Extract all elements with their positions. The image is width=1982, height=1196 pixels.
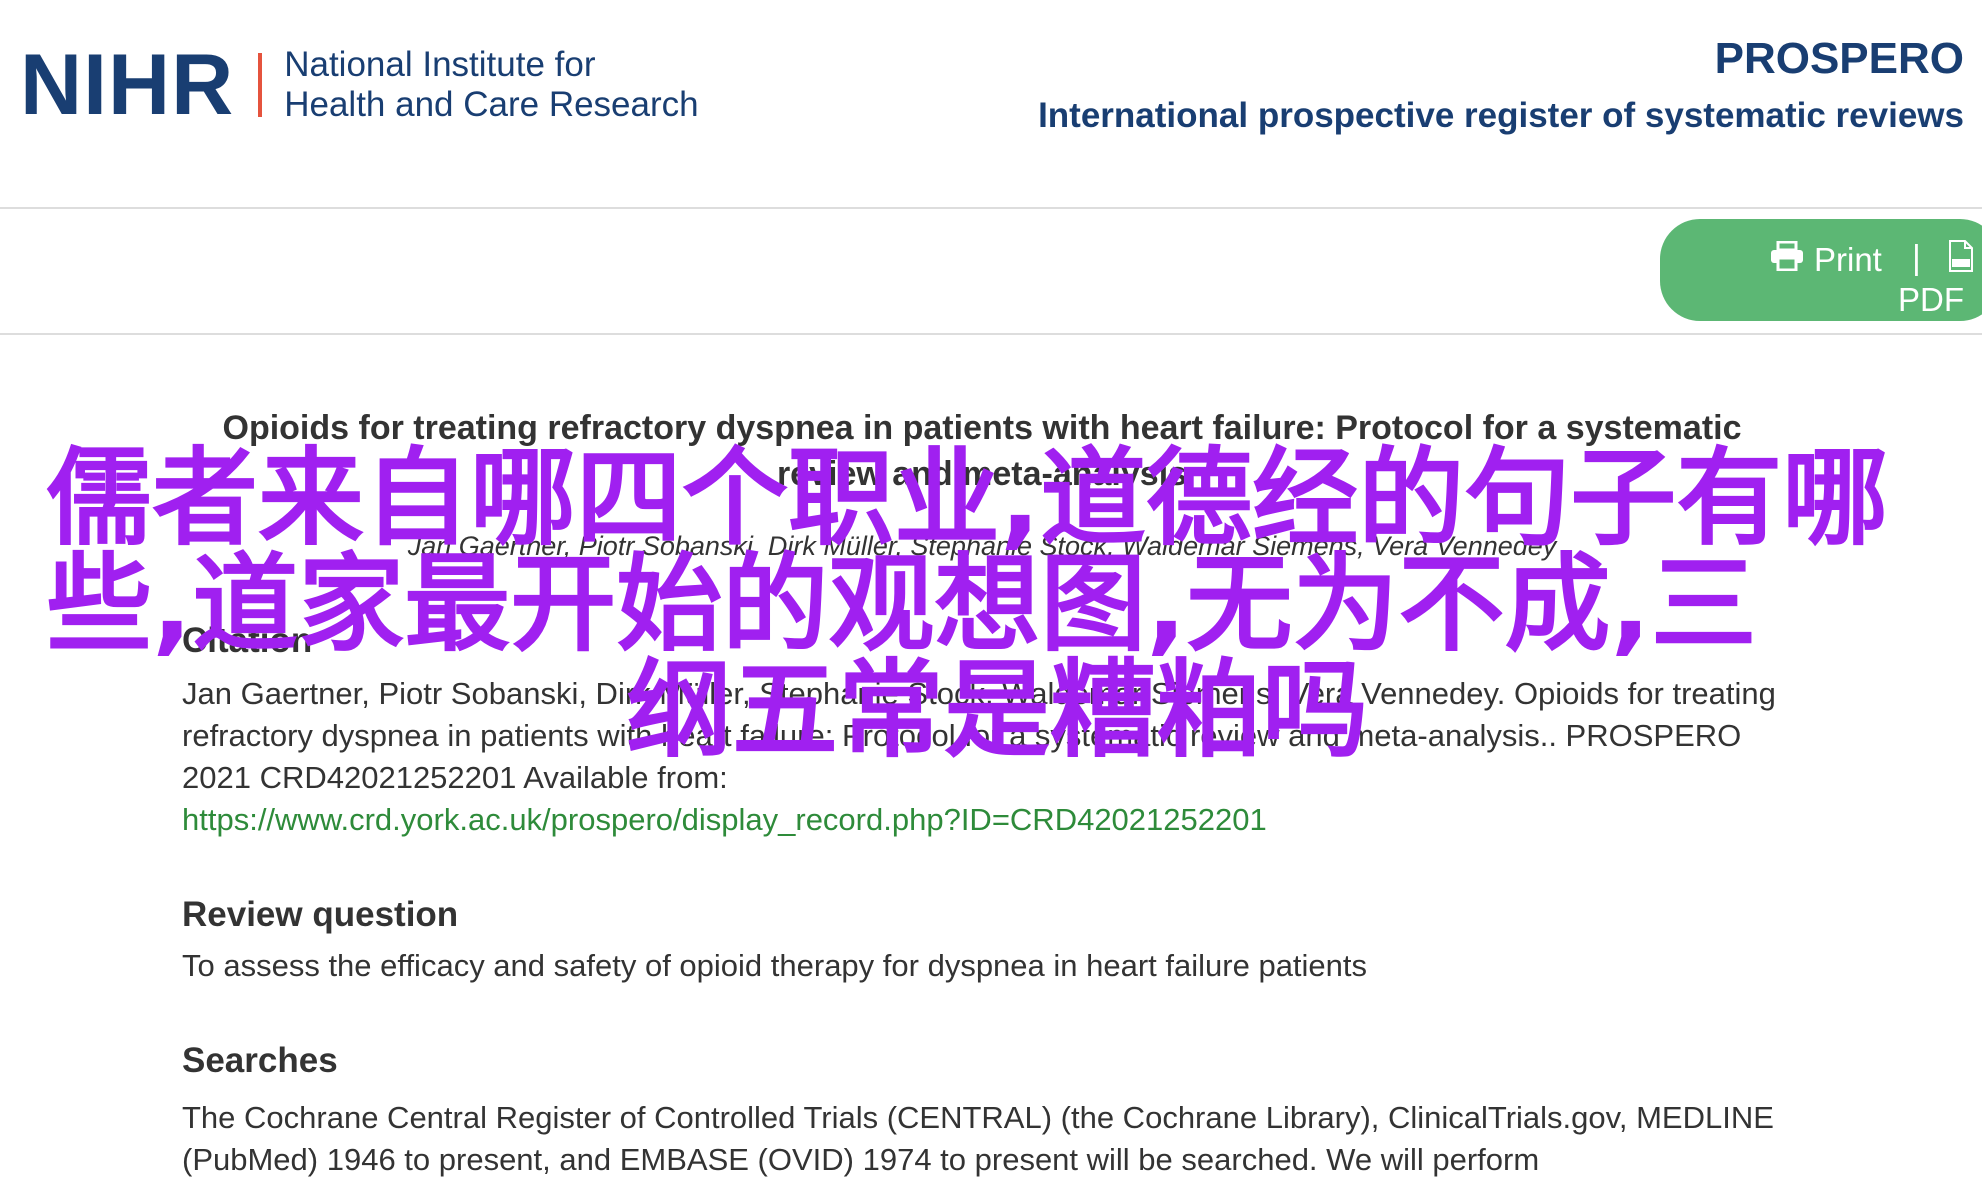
overlay-line2: 些,道家最开始的观想图,无为不成,三 xyxy=(46,543,1757,666)
nihr-logo-text: National Institute for Health and Care R… xyxy=(284,45,698,125)
printer-icon xyxy=(1770,240,1804,279)
pdf-file-icon[interactable] xyxy=(1948,239,1974,281)
searches-text: The Cochrane Central Register of Control… xyxy=(182,1100,1774,1177)
nihr-logo[interactable]: NIHR National Institute for Health and C… xyxy=(20,42,699,128)
logo-divider xyxy=(258,53,263,117)
overlay-line3: 纲五常是糟粕吗 xyxy=(626,649,1368,772)
org-name-line1: National Institute for xyxy=(284,45,596,84)
record-toolbar: Print | PDF xyxy=(0,209,1982,335)
overlay-caption: 儒者来自哪四个职业,道德经的句子有哪 些,道家最开始的观想图,无为不成,三 纲五… xyxy=(46,446,1906,764)
overlay-line1: 儒者来自哪四个职业,道德经的句子有哪 xyxy=(46,437,1889,560)
searches-heading: Searches xyxy=(182,1041,338,1080)
site-header: NIHR National Institute for Health and C… xyxy=(0,0,1982,209)
review-question-text: To assess the efficacy and safety of opi… xyxy=(182,948,1368,983)
print-pdf-pill: Print | PDF xyxy=(1660,219,1982,321)
org-name-line2: Health and Care Research xyxy=(284,85,699,124)
site-title[interactable]: PROSPERO xyxy=(1715,34,1964,84)
citation-link[interactable]: https://www.crd.york.ac.uk/prospero/disp… xyxy=(182,802,1267,837)
review-question-heading: Review question xyxy=(182,895,459,934)
toolbar-separator: | xyxy=(1912,239,1921,277)
print-button[interactable]: Print xyxy=(1770,240,1882,279)
pdf-button[interactable]: PDF xyxy=(1898,281,1964,319)
print-label: Print xyxy=(1814,241,1882,278)
site-subtitle: International prospective register of sy… xyxy=(1038,96,1964,135)
nihr-logo-mark: NIHR xyxy=(20,37,235,133)
